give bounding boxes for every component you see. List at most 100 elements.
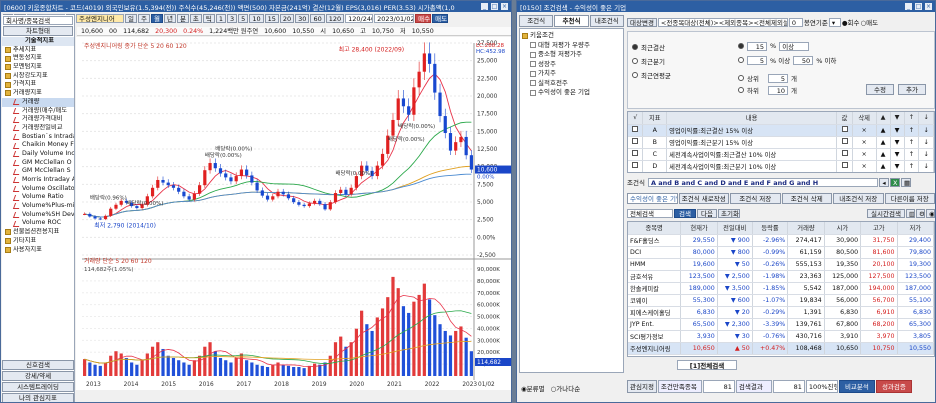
condition-value[interactable] — [836, 160, 853, 172]
result-name[interactable]: JYP Ent. — [628, 318, 682, 331]
radio-sell[interactable]: ○매도 — [860, 17, 878, 27]
result-name[interactable]: 한솔케미칼 — [628, 282, 682, 295]
tree-node[interactable]: 가치주 — [522, 69, 621, 79]
period-radio[interactable]: 최근결산 — [632, 40, 712, 54]
rank-input[interactable]: 5 — [768, 73, 788, 83]
date-input[interactable]: 2023/01/02 — [374, 14, 415, 23]
action-button[interactable]: 다른이름 저장 — [884, 193, 935, 204]
indicator-item[interactable]: 시장강도지표 — [2, 72, 74, 81]
threshold-max-input[interactable]: 50 — [793, 55, 814, 65]
condition-value[interactable] — [836, 124, 853, 137]
minute-step-30[interactable]: 30 — [295, 14, 310, 23]
condition-checkbox[interactable] — [628, 172, 643, 173]
condition-checkbox[interactable] — [628, 136, 644, 149]
delete-icon[interactable]: × — [852, 160, 877, 172]
radio-count[interactable]: ●회수 — [842, 17, 860, 27]
period-tick-tab[interactable]: 틱 — [202, 14, 215, 23]
indicator-item[interactable]: Daily Volume Inc — [2, 150, 74, 159]
top-icon[interactable]: ↑ — [904, 148, 920, 161]
result-row[interactable]: F&F홀딩스 29,550 ▼ 900 -2.96% 274,417 30,900 31,75… — [628, 234, 934, 247]
result-header[interactable]: 등락률 — [752, 222, 789, 235]
minute-step-60[interactable]: 60 — [310, 14, 325, 23]
watchlist-button[interactable]: 관심지정 — [627, 379, 657, 393]
period-year-tab[interactable]: 년 — [163, 14, 176, 23]
result-row[interactable]: 한솔케미칼 189,000 ▼ 3,500 -1.85% 5,542 187,000 194,… — [628, 282, 934, 295]
maximize-icon[interactable]: □ — [491, 3, 498, 10]
indicator-item[interactable]: 거래량(매수/매도 — [2, 107, 74, 116]
indicator-item[interactable]: 기타지표 — [2, 237, 74, 246]
close-icon[interactable]: × — [501, 3, 508, 10]
condition-row[interactable]: C 세전계속사업이익률:최근결산 10% 이상 × ▲ ▼ ↑ ↓ — [628, 148, 934, 161]
period-minute-tab[interactable]: 분 — [176, 14, 189, 23]
result-row[interactable]: JYP Ent. 65,500 ▼ 2,300 -3.39% 139,761 67,800 6… — [628, 318, 934, 331]
move-down-icon[interactable]: ▼ — [890, 172, 904, 173]
result-header[interactable]: 저가 — [897, 222, 934, 235]
rank-input[interactable]: 10 — [768, 85, 788, 95]
indicator-item[interactable]: GM McClellan O — [2, 159, 74, 168]
result-name[interactable]: 주성엔지니어링 — [628, 342, 682, 355]
result-header[interactable]: 고가 — [860, 222, 898, 235]
result-name[interactable]: SCI평가정보 — [628, 330, 682, 343]
sidebar-bottom-button[interactable]: 신호검색 — [2, 360, 74, 370]
action-button[interactable]: 조건식 삭제 — [781, 193, 832, 204]
indicator-item[interactable]: Volume ROC — [2, 219, 74, 228]
result-name[interactable]: F&F홀딩스 — [628, 234, 682, 247]
stock-name-field[interactable]: 주성엔지니어 — [76, 14, 124, 23]
period-second-tab[interactable]: 초 — [189, 14, 202, 23]
search-button[interactable]: 검색 — [674, 209, 696, 218]
period-month-tab[interactable]: 월 — [150, 14, 163, 23]
sidebar-bottom-button[interactable]: 시스템트레이딩 — [2, 382, 74, 392]
threshold-min-input[interactable]: 5 — [747, 55, 767, 65]
tree-node[interactable]: 실적호전주 — [522, 79, 621, 89]
result-header[interactable]: 종목명 — [628, 222, 682, 235]
indicator-item[interactable]: Bostian`s Intrada — [2, 133, 74, 142]
move-up-icon[interactable]: ▲ — [876, 160, 891, 172]
indicator-item[interactable]: Volume Ratio — [2, 193, 74, 202]
tab-my-condition[interactable]: 내조건식 — [589, 15, 624, 27]
print-icon[interactable]: ▦ — [901, 177, 911, 187]
indicator-item[interactable]: Volume%SH Devi — [2, 211, 74, 220]
indicator-item[interactable]: 기술적지표 — [2, 37, 74, 46]
threshold-min-input[interactable]: 15 — [747, 41, 767, 51]
indicator-item[interactable]: 거래량전일비교 — [2, 124, 74, 133]
result-scope-select[interactable]: 전체검색 — [627, 209, 673, 218]
result-name[interactable]: 피에스케이홀딩 — [628, 306, 682, 319]
result-row[interactable]: 주성엔지니어링 10,650 ▲ 50 +0.47% 108,468 10,650 10,75… — [628, 342, 934, 355]
top-icon[interactable]: ↑ — [904, 124, 920, 137]
result-name[interactable]: DCI — [628, 246, 682, 259]
sell-button[interactable]: 매도 — [432, 14, 449, 23]
indicator-item[interactable]: GM McClellan S — [2, 167, 74, 176]
indicator-item[interactable]: 거래량 — [2, 97, 74, 107]
condition-value[interactable] — [836, 136, 853, 149]
radio-icon[interactable] — [738, 43, 744, 49]
move-up-icon[interactable]: ▲ — [876, 124, 891, 137]
compare-select[interactable]: 이상 — [779, 41, 810, 51]
move-down-icon[interactable]: ▼ — [890, 148, 905, 161]
condition-row[interactable]: E이자보상배율:최근분기 2배 이상 ×▲▼↑↓ — [628, 172, 934, 173]
result-header[interactable]: 시가 — [824, 222, 862, 235]
indicator-item[interactable]: Morris Intraday A — [2, 176, 74, 185]
indicator-item[interactable]: 선물옵션전용지표 — [2, 228, 74, 237]
condition-checkbox[interactable] — [628, 148, 644, 161]
sort-icon[interactable]: ◉ — [926, 209, 935, 218]
target-number[interactable]: 0 — [788, 17, 803, 27]
indicator-item[interactable]: Volume Oscillato — [2, 185, 74, 194]
top-icon[interactable]: ↑ — [904, 136, 920, 149]
formula-input[interactable]: A and B and C and D and E and F and G an… — [648, 177, 878, 187]
action-button[interactable]: 조건식 저장 — [730, 193, 781, 204]
period-radio[interactable]: 최근연평균 — [632, 68, 712, 82]
chart-window-titlebar[interactable]: [0600] 키움종합차트 - 코드(4019) 외국인보유(1.5,394(전… — [1, 1, 511, 12]
tree-node[interactable]: 중소형 저평가주 — [522, 50, 621, 60]
result-row[interactable]: DCI 80,000 ▼ 800 -0.99% 61,159 80,500 81,600 79,… — [628, 246, 934, 259]
indicator-item[interactable]: Volume%Plus-mi — [2, 202, 74, 211]
tree-node[interactable]: 수익성이 좋은 기업 — [522, 88, 621, 98]
sidebar-bottom-button[interactable]: 강세/약세 — [2, 371, 74, 381]
reset-button[interactable]: 초기화 — [718, 209, 740, 218]
move-down-icon[interactable]: ▼ — [890, 124, 905, 137]
condition-row[interactable]: B 영업이익률:최근분기 15% 이상 × ▲ ▼ ↑ ↓ — [628, 136, 934, 149]
move-down-icon[interactable]: ▼ — [890, 160, 905, 172]
condition-checkbox[interactable] — [628, 160, 644, 172]
indicator-item[interactable]: 변동성지표 — [2, 54, 74, 63]
excel-icon[interactable]: X — [890, 177, 900, 187]
bottom-icon[interactable]: ↓ — [919, 172, 934, 173]
